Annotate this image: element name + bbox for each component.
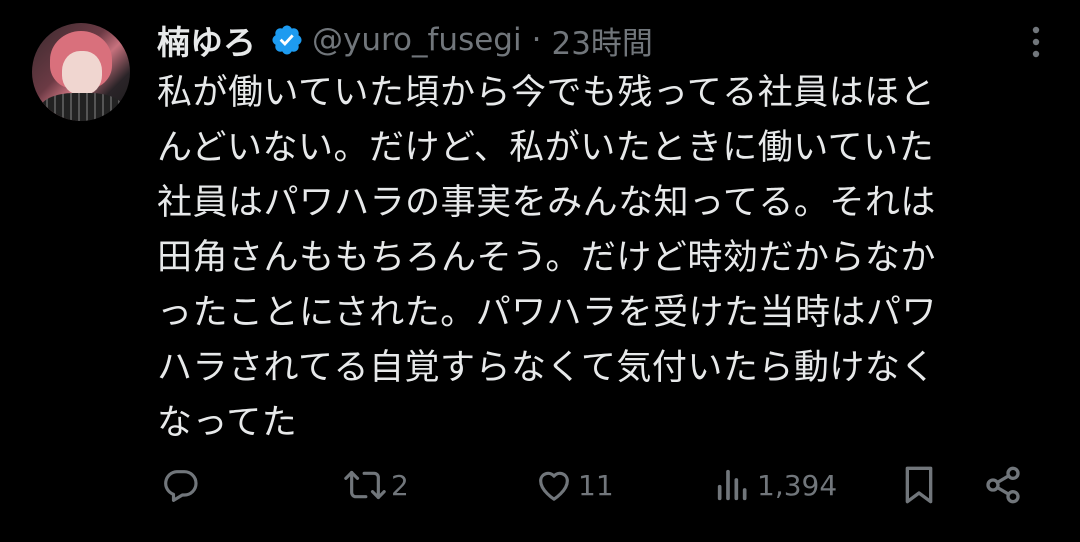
- tweet-header: 楠ゆろ @yuro_fusegi · 23時間: [157, 18, 653, 62]
- like-button[interactable]: 11: [534, 460, 614, 510]
- bookmark-icon: [905, 466, 933, 504]
- user-handle[interactable]: @yuro_fusegi: [312, 22, 522, 58]
- views-count: 1,394: [757, 468, 838, 502]
- heart-icon: [539, 471, 569, 501]
- avatar[interactable]: [32, 23, 130, 121]
- tweet-text: 私が働いていた頃から今でも残ってる社員はほと んどいない。だけど、私がいたときに…: [157, 66, 1047, 451]
- tweet-actions: 2 11 1,394: [157, 460, 1037, 510]
- tweet-text-line: 私が働いていた頃から今でも残ってる社員はほと: [157, 73, 936, 113]
- tweet-text-line: 田角さんももちろんそう。だけど時効だからなか: [157, 238, 936, 278]
- avatar-shirt: [40, 93, 124, 121]
- share-button[interactable]: [983, 460, 1023, 510]
- reply-icon: [164, 470, 198, 502]
- tweet[interactable]: 楠ゆろ @yuro_fusegi · 23時間 私が働いていた頃から今でも残って…: [0, 0, 1080, 542]
- retweet-icon: [344, 470, 386, 500]
- tweet-text-line: ったことにされた。パワハラを受けた当時はパワ: [157, 293, 937, 333]
- separator-dot: ·: [531, 22, 542, 58]
- tweet-text-line: なってた: [157, 403, 298, 443]
- retweet-button[interactable]: 2: [343, 460, 409, 510]
- tweet-text-line: んどいない。だけど、私がいたときに働いていた: [157, 128, 935, 168]
- like-count: 11: [578, 468, 614, 502]
- tweet-text-line: ハラされてる自覚すらなくて気付いたら動けなく: [157, 348, 936, 388]
- timestamp[interactable]: 23時間: [551, 18, 652, 63]
- views-button[interactable]: 1,394: [713, 460, 837, 510]
- tweet-text-line: 社員はパワハラの事実をみんな知ってる。それは: [157, 183, 936, 223]
- views-bar-chart-icon: [717, 469, 747, 501]
- share-icon: [986, 466, 1020, 504]
- bookmark-button[interactable]: [899, 460, 939, 510]
- more-options-icon[interactable]: [1032, 26, 1040, 58]
- verified-badge-icon[interactable]: [270, 23, 304, 57]
- retweet-count: 2: [391, 468, 409, 502]
- avatar-face: [62, 51, 102, 95]
- display-name[interactable]: 楠ゆろ: [157, 16, 256, 64]
- reply-button[interactable]: [161, 460, 205, 510]
